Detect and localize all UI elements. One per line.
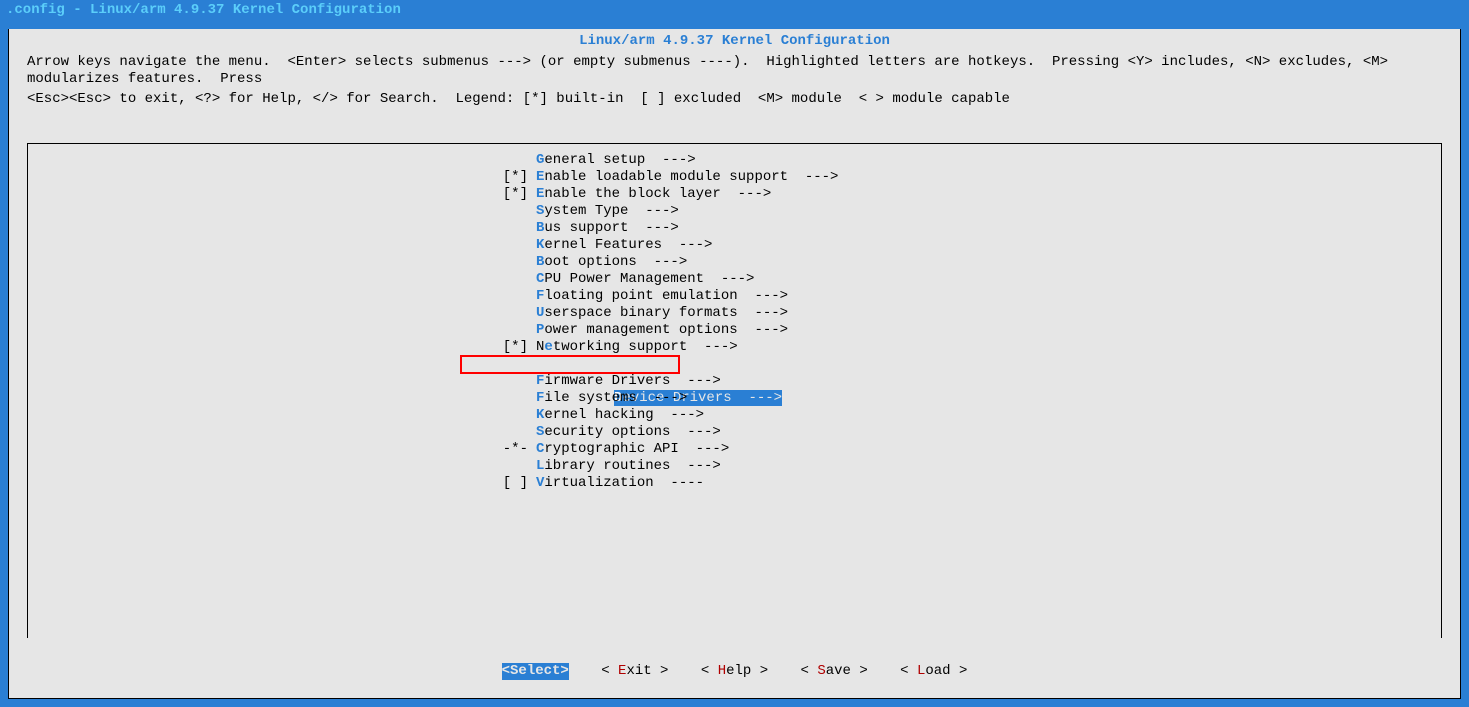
menu-label: oot options ---> xyxy=(544,254,687,270)
menu-prefix: -*- xyxy=(496,441,528,458)
menu-label: irmware Drivers ---> xyxy=(544,373,720,389)
menu-item-power-mgmt[interactable]: Power management options ---> xyxy=(496,322,838,339)
menu-label: nable loadable module support ---> xyxy=(544,169,838,185)
dialog-box: Linux/arm 4.9.37 Kernel Configuration Ar… xyxy=(8,29,1461,699)
menu-label: ibrary routines ---> xyxy=(544,458,720,474)
menu-label: PU Power Management ---> xyxy=(544,271,754,287)
menu-label: irtualization ---- xyxy=(544,475,704,491)
help-line-2: <Esc><Esc> to exit, <?> for Help, </> fo… xyxy=(9,87,1460,108)
menu-item-security-options[interactable]: Security options ---> xyxy=(496,424,838,441)
window-titlebar: .config - Linux/arm 4.9.37 Kernel Config… xyxy=(0,0,1469,21)
menu-prefix: [*] xyxy=(496,339,528,356)
menu-label: us support ---> xyxy=(544,220,678,236)
menu-item-networking[interactable]: [*]Networking support ---> xyxy=(496,339,838,356)
menu-item-enable-loadable-module[interactable]: [*]Enable loadable module support ---> xyxy=(496,169,838,186)
save-button[interactable]: < Save > xyxy=(801,663,868,680)
menu-item-firmware-drivers[interactable]: Firmware Drivers ---> xyxy=(496,373,838,390)
menu-frame: General setup ---> [*]Enable loadable mo… xyxy=(27,143,1442,638)
btn-pre: < xyxy=(601,663,618,679)
menu-item-file-systems[interactable]: File systems ---> xyxy=(496,390,838,407)
menu-label: ystem Type ---> xyxy=(544,203,678,219)
menu-item-bus-support[interactable]: Bus support ---> xyxy=(496,220,838,237)
btn-hot: S xyxy=(817,663,825,679)
menu-label: ryptographic API ---> xyxy=(544,441,729,457)
btn-post: oad > xyxy=(925,663,967,679)
load-button[interactable]: < Load > xyxy=(900,663,967,680)
menu-list: General setup ---> [*]Enable loadable mo… xyxy=(496,152,838,492)
menu-item-kernel-hacking[interactable]: Kernel hacking ---> xyxy=(496,407,838,424)
menu-label: tworking support ---> xyxy=(553,339,738,355)
outer-frame: Linux/arm 4.9.37 Kernel Configuration Ar… xyxy=(0,21,1469,707)
menu-label: ile systems ---> xyxy=(544,390,687,406)
menu-prefix: [*] xyxy=(496,169,528,186)
menu-prefix: [*] xyxy=(496,186,528,203)
menu-item-device-drivers[interactable]: Device Drivers ---> xyxy=(496,356,838,373)
help-button[interactable]: < Help > xyxy=(701,663,768,680)
menu-label: eneral setup ---> xyxy=(544,152,695,168)
menu-hotkey: e xyxy=(544,339,552,355)
menu-item-system-type[interactable]: System Type ---> xyxy=(496,203,838,220)
menu-item-userspace-binary[interactable]: Userspace binary formats ---> xyxy=(496,305,838,322)
btn-pre: < xyxy=(900,663,917,679)
menu-item-virtualization[interactable]: [ ]Virtualization ---- xyxy=(496,475,838,492)
menu-label: nable the block layer ---> xyxy=(544,186,771,202)
highlight-annotation xyxy=(460,355,680,374)
btn-post: elp > xyxy=(726,663,768,679)
menu-label: ower management options ---> xyxy=(544,322,788,338)
menu-label: ecurity options ---> xyxy=(544,424,720,440)
btn-post: ave > xyxy=(826,663,868,679)
menu-item-library-routines[interactable]: Library routines ---> xyxy=(496,458,838,475)
btn-hot: H xyxy=(718,663,726,679)
menu-label: serspace binary formats ---> xyxy=(544,305,788,321)
menu-item-kernel-features[interactable]: Kernel Features ---> xyxy=(496,237,838,254)
select-button[interactable]: <Select> xyxy=(502,663,569,680)
menu-item-floating-point[interactable]: Floating point emulation ---> xyxy=(496,288,838,305)
menu-item-general-setup[interactable]: General setup ---> xyxy=(496,152,838,169)
help-line-1: Arrow keys navigate the menu. <Enter> se… xyxy=(9,50,1460,88)
dialog-title: Linux/arm 4.9.37 Kernel Configuration xyxy=(9,29,1460,50)
menu-label: ernel hacking ---> xyxy=(544,407,704,423)
menu-prefix: [ ] xyxy=(496,475,528,492)
menu-label: loating point emulation ---> xyxy=(544,288,788,304)
menu-item-enable-block-layer[interactable]: [*]Enable the block layer ---> xyxy=(496,186,838,203)
btn-pre: < xyxy=(701,663,718,679)
btn-pre: < xyxy=(801,663,818,679)
menu-item-crypto-api[interactable]: -*-Cryptographic API ---> xyxy=(496,441,838,458)
menu-item-cpu-power-mgmt[interactable]: CPU Power Management ---> xyxy=(496,271,838,288)
menu-label: ernel Features ---> xyxy=(544,237,712,253)
btn-post: xit > xyxy=(626,663,668,679)
menu-item-boot-options[interactable]: Boot options ---> xyxy=(496,254,838,271)
exit-button[interactable]: < Exit > xyxy=(601,663,668,680)
button-bar: <Select> < Exit > < Help > < Save > < Lo… xyxy=(9,663,1460,680)
